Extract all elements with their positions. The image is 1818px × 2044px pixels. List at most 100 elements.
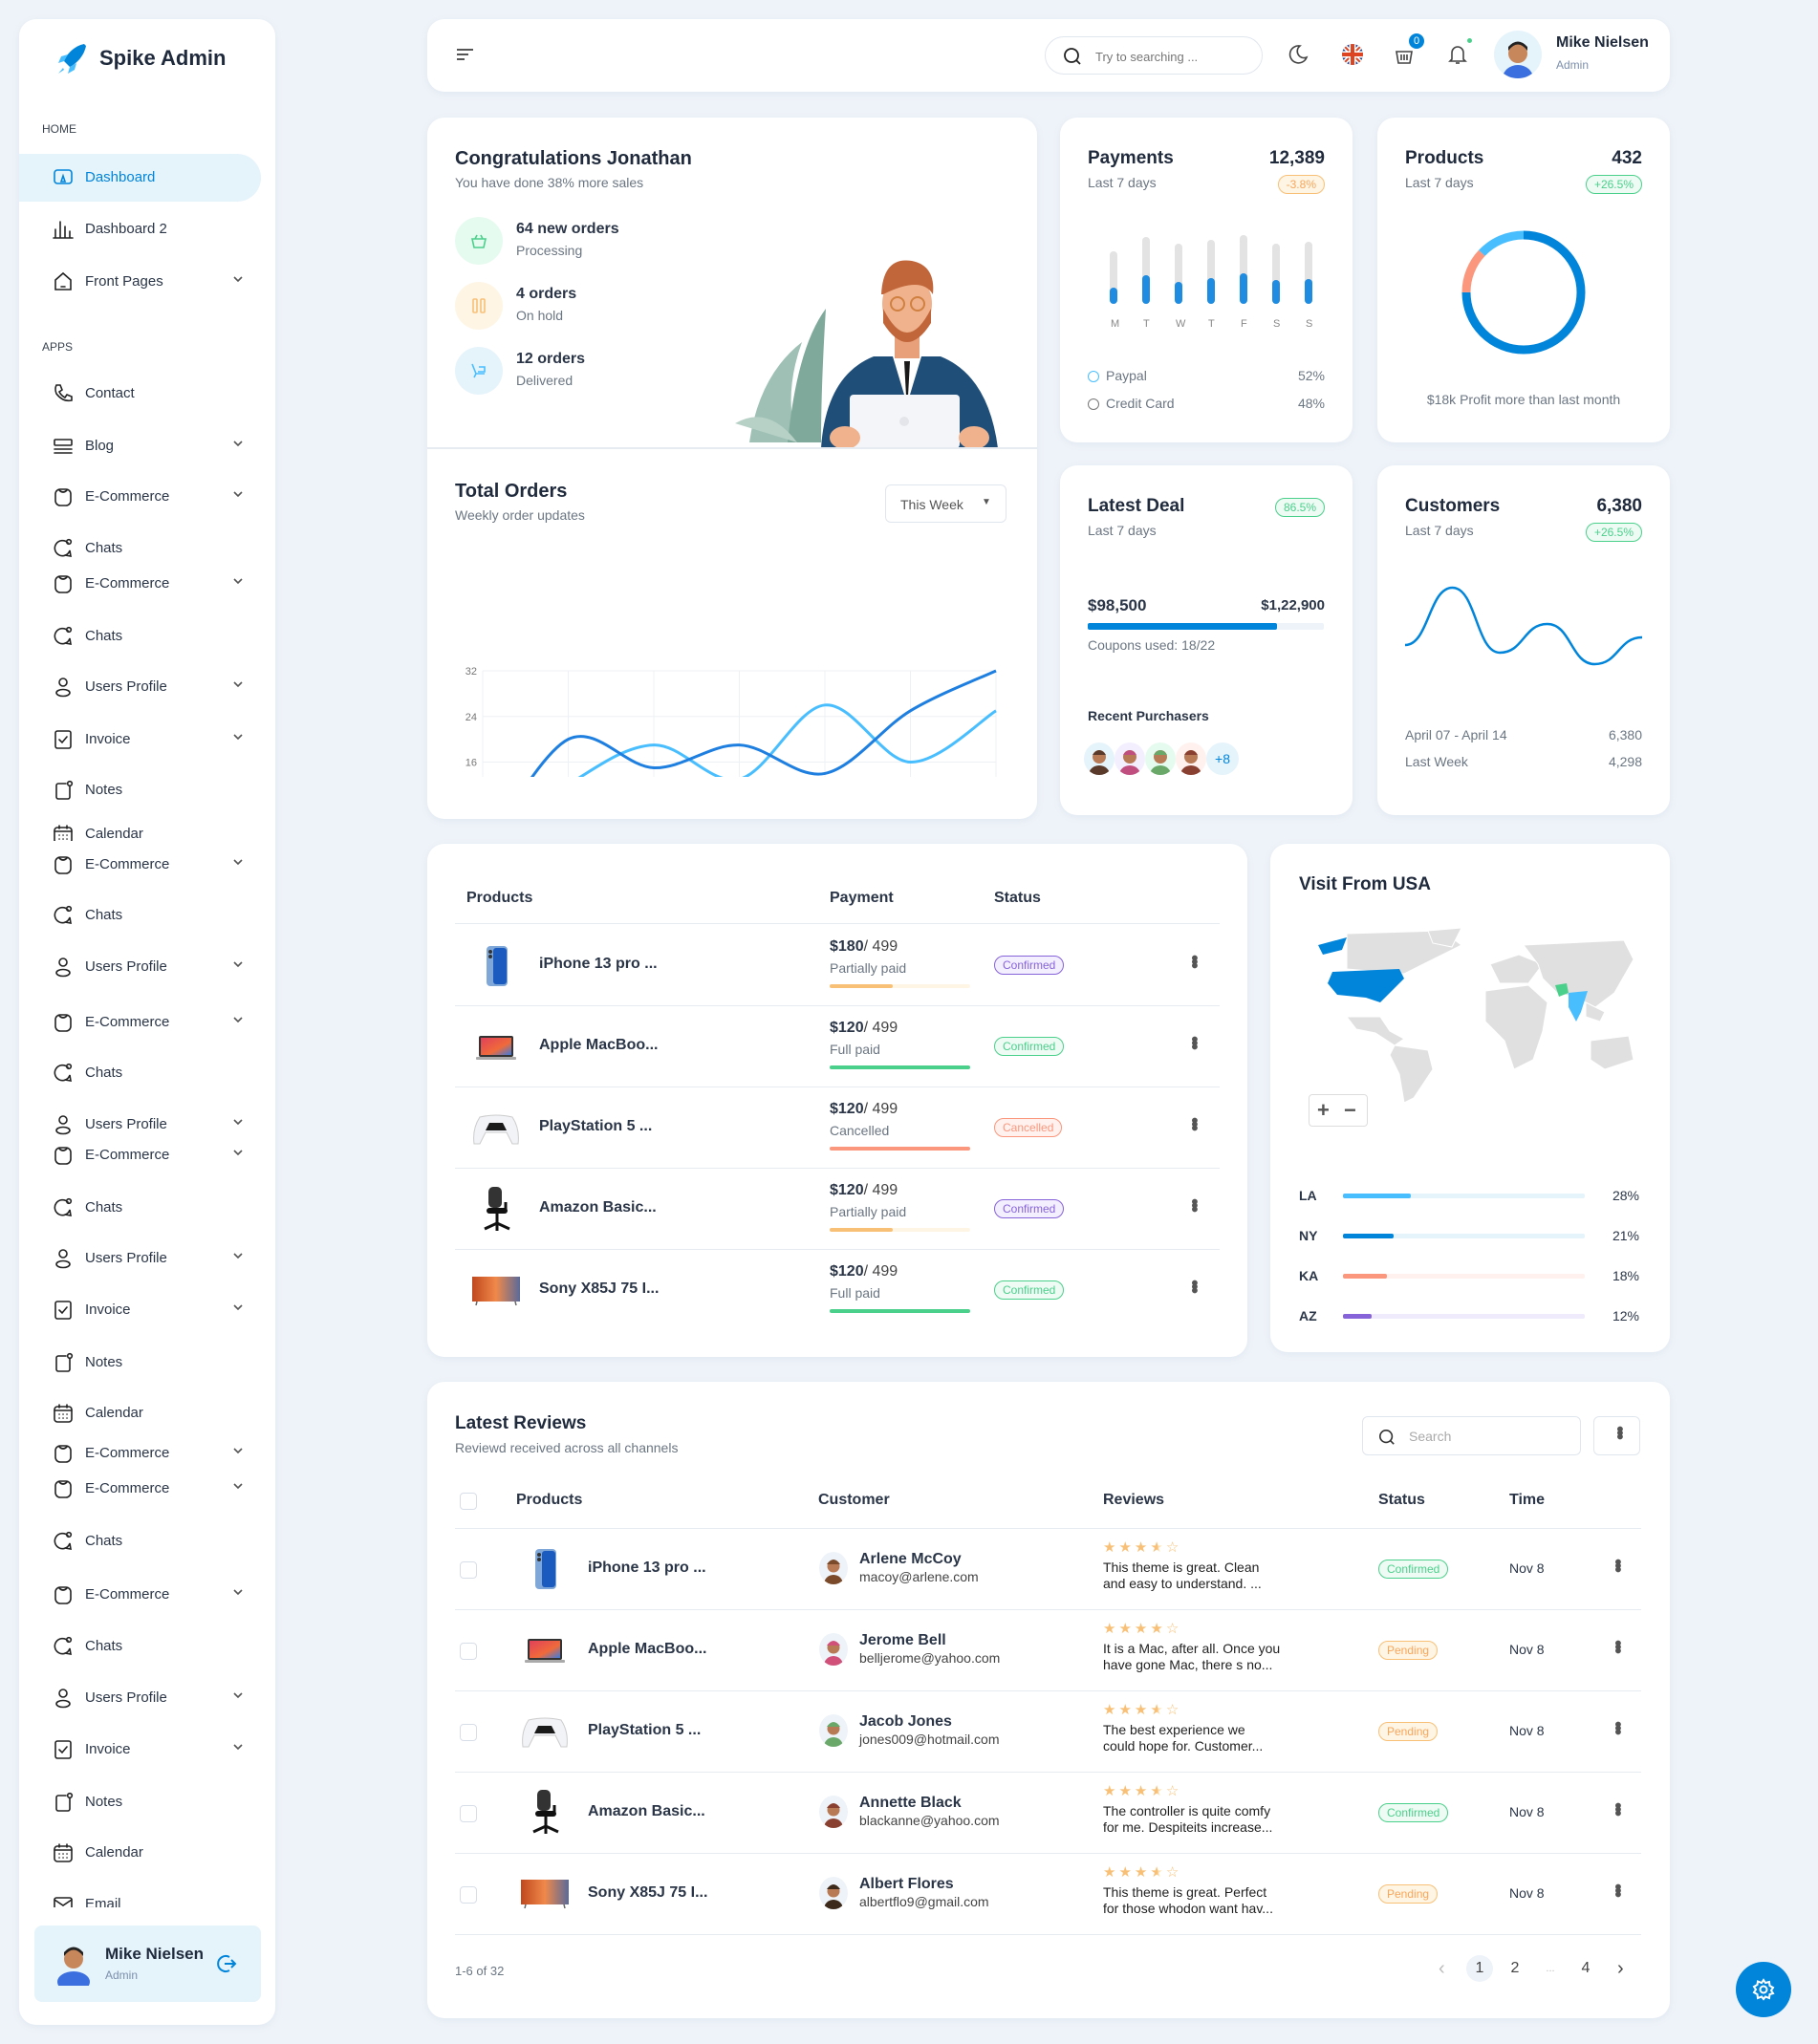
chevron-down-icon[interactable] bbox=[231, 1444, 245, 1460]
sidebar-item-calendar[interactable]: Calendar bbox=[19, 1839, 275, 1867]
sidebar-item-calendar[interactable]: Calendar bbox=[19, 820, 275, 841]
row-actions-button[interactable]: ••• bbox=[1607, 1640, 1628, 1651]
sidebar-item-users-profile[interactable]: Users Profile bbox=[19, 673, 275, 701]
sidebar-item-users-profile[interactable]: Users Profile bbox=[19, 1684, 275, 1712]
sidebar-item-chats[interactable]: Chats bbox=[19, 901, 275, 930]
chevron-down-icon[interactable] bbox=[231, 1301, 245, 1317]
payment-progress-track bbox=[830, 984, 970, 988]
star-full-icon: ★ bbox=[1103, 1864, 1119, 1881]
chevron-down-icon[interactable] bbox=[231, 1689, 245, 1705]
sidebar-item-e-commerce[interactable]: E-Commerce bbox=[19, 850, 275, 879]
row-actions-button[interactable]: ••• bbox=[1183, 1117, 1204, 1129]
search-box[interactable]: Try to searching ... bbox=[1045, 36, 1263, 75]
sidebar-item-chats[interactable]: Chats bbox=[19, 534, 275, 563]
uk-flag-icon[interactable] bbox=[1341, 43, 1364, 66]
row-checkbox[interactable] bbox=[460, 1643, 477, 1660]
row-actions-button[interactable]: ••• bbox=[1607, 1883, 1628, 1895]
chevron-down-icon[interactable] bbox=[231, 1479, 245, 1495]
chevron-down-icon[interactable] bbox=[231, 1249, 245, 1265]
sidebar-item-invoice[interactable]: Invoice bbox=[19, 1735, 275, 1764]
chevron-down-icon[interactable] bbox=[231, 957, 245, 974]
sidebar-item-chats[interactable]: Chats bbox=[19, 1527, 275, 1556]
legend-dot bbox=[1088, 398, 1099, 410]
bell-icon[interactable] bbox=[1447, 43, 1468, 66]
chevron-down-icon[interactable] bbox=[231, 730, 245, 746]
sidebar-item-e-commerce[interactable]: E-Commerce bbox=[19, 483, 275, 511]
cart-icon[interactable] bbox=[1394, 45, 1415, 66]
sidebar-item-chats[interactable]: Chats bbox=[19, 1059, 275, 1087]
status-badge: Confirmed bbox=[1378, 1560, 1449, 1579]
purchaser-avatar[interactable] bbox=[1084, 742, 1115, 775]
sidebar-item-invoice[interactable]: Invoice bbox=[19, 1296, 275, 1324]
sidebar-item-invoice[interactable]: Invoice bbox=[19, 725, 275, 754]
sidebar-item-users-profile[interactable]: Users Profile bbox=[19, 953, 275, 981]
sidebar-item-dashboard-2[interactable]: Dashboard 2 bbox=[19, 215, 275, 244]
chevron-down-icon[interactable] bbox=[231, 272, 245, 289]
sidebar-item-chats[interactable]: Chats bbox=[19, 1632, 275, 1661]
chevron-down-icon[interactable] bbox=[231, 1013, 245, 1029]
sidebar-item-front-pages[interactable]: Front Pages bbox=[19, 268, 275, 296]
sidebar-item-e-commerce[interactable]: E-Commerce bbox=[19, 570, 275, 598]
reviews-search-input[interactable]: Search bbox=[1362, 1416, 1581, 1455]
chevron-down-icon[interactable] bbox=[231, 1585, 245, 1602]
chevron-down-icon[interactable] bbox=[231, 855, 245, 871]
sidebar-item-e-commerce[interactable]: E-Commerce bbox=[19, 1474, 275, 1503]
page-button-4[interactable]: 4 bbox=[1572, 1955, 1599, 1982]
row-actions-button[interactable]: ••• bbox=[1183, 955, 1204, 966]
sidebar-item-e-commerce[interactable]: E-Commerce bbox=[19, 1581, 275, 1609]
row-checkbox[interactable] bbox=[460, 1724, 477, 1741]
sidebar-item-contact[interactable]: Contact bbox=[19, 379, 275, 408]
logout-icon[interactable] bbox=[216, 1953, 237, 1974]
row-actions-button[interactable]: ••• bbox=[1183, 1280, 1204, 1291]
order-stat-pause: 4 orders On hold bbox=[455, 282, 665, 330]
week-filter-select[interactable]: This Week ▼ bbox=[885, 484, 1006, 523]
row-checkbox[interactable] bbox=[460, 1805, 477, 1822]
chevron-down-icon[interactable] bbox=[231, 1740, 245, 1756]
prev-page-button[interactable]: ‹ bbox=[1439, 1958, 1445, 1980]
sidebar-item-notes[interactable]: Notes bbox=[19, 1788, 275, 1817]
sidebar-item-label: E-Commerce bbox=[85, 1147, 170, 1163]
menu-icon[interactable] bbox=[456, 47, 475, 62]
chevron-down-icon[interactable] bbox=[231, 437, 245, 453]
reviews-more-button[interactable]: ••• bbox=[1593, 1416, 1640, 1455]
world-map[interactable] bbox=[1309, 926, 1643, 1108]
purchaser-avatar[interactable] bbox=[1176, 742, 1206, 775]
settings-fab[interactable] bbox=[1736, 1962, 1791, 2017]
sidebar-item-blog[interactable]: Blog bbox=[19, 432, 275, 461]
row-actions-button[interactable]: ••• bbox=[1607, 1721, 1628, 1732]
row-actions-button[interactable]: ••• bbox=[1183, 1198, 1204, 1210]
row-checkbox[interactable] bbox=[460, 1561, 477, 1579]
purchaser-avatar[interactable] bbox=[1115, 742, 1145, 775]
zoom-in-button[interactable]: + bbox=[1317, 1098, 1330, 1123]
row-actions-button[interactable]: ••• bbox=[1183, 1036, 1204, 1047]
sidebar-item-e-commerce[interactable]: E-Commerce bbox=[19, 1008, 275, 1037]
chevron-down-icon[interactable] bbox=[231, 487, 245, 504]
row-checkbox[interactable] bbox=[460, 1886, 477, 1904]
user-avatar[interactable] bbox=[1494, 31, 1542, 78]
sidebar-item-users-profile[interactable]: Users Profile bbox=[19, 1244, 275, 1273]
sidebar-item-chats[interactable]: Chats bbox=[19, 622, 275, 651]
purchaser-avatar[interactable] bbox=[1145, 742, 1176, 775]
chevron-down-icon[interactable] bbox=[231, 678, 245, 694]
sidebar-item-calendar[interactable]: Calendar bbox=[19, 1399, 275, 1428]
select-all-checkbox[interactable] bbox=[460, 1493, 477, 1510]
row-actions-button[interactable]: ••• bbox=[1607, 1559, 1628, 1570]
sidebar-item-dashboard[interactable]: Dashboard bbox=[19, 154, 261, 202]
chevron-down-icon[interactable] bbox=[231, 574, 245, 591]
chevron-down-icon[interactable] bbox=[231, 1146, 245, 1162]
sidebar-item-users-profile[interactable]: Users Profile bbox=[19, 1110, 275, 1139]
sidebar-item-email[interactable]: Email bbox=[19, 1890, 275, 1907]
page-button-1[interactable]: 1 bbox=[1466, 1955, 1493, 1982]
more-purchasers[interactable]: +8 bbox=[1206, 742, 1239, 775]
moon-icon[interactable] bbox=[1288, 44, 1309, 65]
sidebar-item-notes[interactable]: Notes bbox=[19, 776, 275, 805]
chevron-down-icon[interactable] bbox=[231, 1115, 245, 1131]
zoom-out-button[interactable]: − bbox=[1344, 1098, 1356, 1123]
next-page-button[interactable]: › bbox=[1617, 1958, 1624, 1980]
sidebar-item-e-commerce[interactable]: E-Commerce bbox=[19, 1439, 275, 1468]
row-actions-button[interactable]: ••• bbox=[1607, 1802, 1628, 1814]
sidebar-item-chats[interactable]: Chats bbox=[19, 1194, 275, 1222]
sidebar-item-notes[interactable]: Notes bbox=[19, 1348, 275, 1377]
sidebar-item-e-commerce[interactable]: E-Commerce bbox=[19, 1141, 275, 1170]
page-button-2[interactable]: 2 bbox=[1502, 1955, 1528, 1982]
